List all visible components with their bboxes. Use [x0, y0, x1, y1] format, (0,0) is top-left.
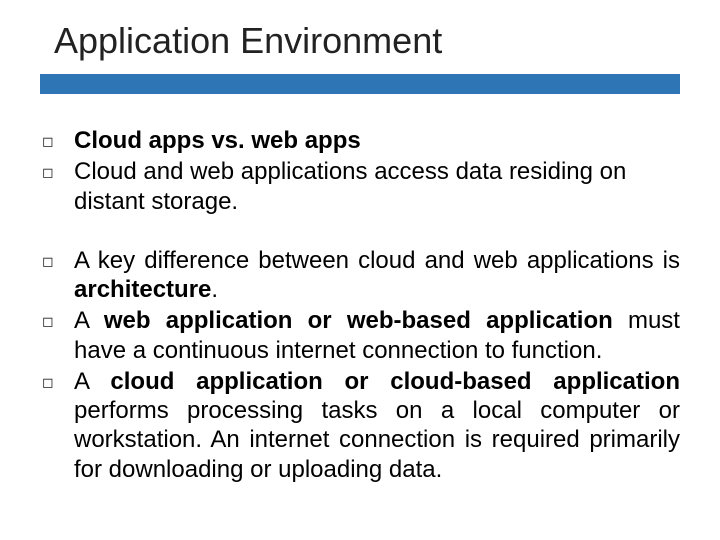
- bullet-text: Cloud and web applications access data r…: [74, 157, 680, 216]
- square-bullet-icon: ◻: [42, 306, 74, 330]
- square-bullet-icon: ◻: [42, 157, 74, 181]
- bullet-text: A key difference between cloud and web a…: [74, 246, 680, 305]
- list-item: ◻ A key difference between cloud and web…: [42, 246, 680, 305]
- list-item: ◻ Cloud apps vs. web apps: [42, 126, 680, 155]
- square-bullet-icon: ◻: [42, 367, 74, 391]
- square-bullet-icon: ◻: [42, 126, 74, 150]
- slide: Application Environment ◻ Cloud apps vs.…: [0, 0, 720, 540]
- bullet-list: ◻ Cloud apps vs. web apps ◻ Cloud and we…: [40, 126, 680, 484]
- page-title: Application Environment: [54, 20, 680, 62]
- list-item: ◻ A cloud application or cloud-based app…: [42, 367, 680, 484]
- square-bullet-icon: ◻: [42, 246, 74, 270]
- bullet-text: A cloud application or cloud-based appli…: [74, 367, 680, 484]
- bullet-text: A web application or web-based applicati…: [74, 306, 680, 365]
- bullet-text: Cloud apps vs. web apps: [74, 126, 680, 155]
- title-underline-bar: [40, 74, 680, 94]
- list-item: ◻ A web application or web-based applica…: [42, 306, 680, 365]
- list-item: ◻ Cloud and web applications access data…: [42, 157, 680, 216]
